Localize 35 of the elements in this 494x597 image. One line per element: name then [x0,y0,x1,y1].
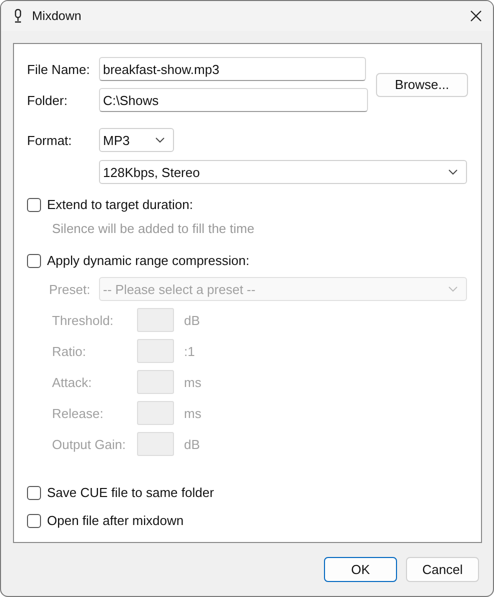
checkbox-label: Save CUE file to same folder [47,485,214,500]
cancel-button[interactable]: Cancel [406,557,479,582]
checkbox[interactable] [27,198,41,212]
quality-dropdown[interactable]: 128Kbps, Stereo [99,160,467,184]
format-dropdown[interactable]: MP3 [99,128,174,152]
checkbox-label: Extend to target duration: [47,197,193,212]
field-label: Attack: [52,374,93,390]
ok-button[interactable]: OK [324,557,397,582]
field-label: Ratio: [52,344,87,358]
unit-label: dB [184,436,200,452]
microphone-icon [13,9,23,23]
hint-text: Silence will be added to fill the time [52,221,256,236]
checkbox[interactable] [27,514,41,528]
field-label: Preset: [49,282,92,296]
field-label: Release: [52,406,104,420]
folder-field[interactable]: C:\Shows [99,88,368,112]
field-label: Threshold: [52,312,114,328]
unit-label: dB [184,312,200,328]
unit-label: :1 [184,344,195,358]
checkbox-label: Open file after mixdown [47,513,184,528]
chevron-down-icon [448,169,458,175]
field-label: Format: [27,132,73,148]
field-label: Folder: [27,92,68,108]
browse-button[interactable]: Browse... [376,72,468,96]
field-label: File Name: [27,62,91,76]
chevron-down-icon [155,137,165,143]
chevron-down-icon [448,286,458,292]
file-name-field[interactable]: breakfast-show.mp3 [99,57,366,81]
unit-label: ms [184,406,202,420]
close-icon[interactable] [470,10,482,22]
window-title: Mixdown [32,9,82,23]
checkbox[interactable] [27,486,41,500]
unit-label: ms [184,374,202,390]
field-label: Output Gain: [52,436,127,452]
checkbox-label: Apply dynamic range compression: [47,253,250,268]
